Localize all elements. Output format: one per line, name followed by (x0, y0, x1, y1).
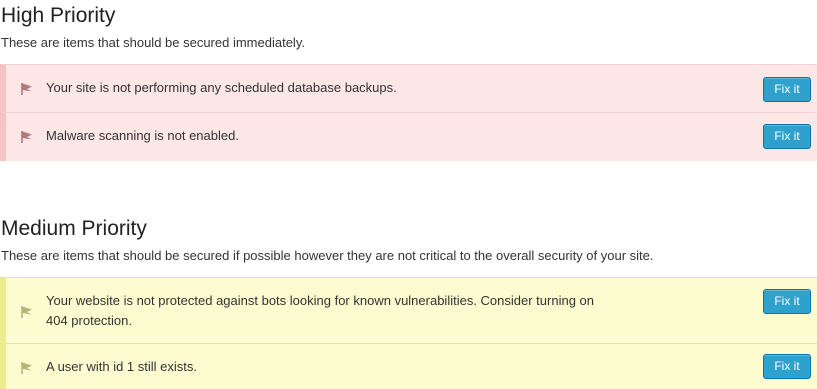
high-priority-title: High Priority (1, 4, 116, 27)
medium-priority-title: Medium Priority (1, 217, 147, 240)
flag-icon (21, 306, 32, 318)
list-item: Malware scanning is not enabled. Fix it (0, 112, 817, 161)
medium-priority-section: Medium Priority These are items that sho… (0, 215, 817, 389)
item-text-line-1: Your website is not protected against bo… (46, 293, 595, 308)
item-text-line-2: 404 protection. (46, 313, 133, 328)
fix-it-button[interactable]: Fix it (763, 354, 811, 379)
medium-priority-description: These are items that should be secured i… (1, 248, 654, 263)
item-text: Your site is not performing any schedule… (46, 80, 397, 95)
flag-icon (21, 83, 32, 95)
flag-icon (21, 131, 32, 143)
fix-it-button[interactable]: Fix it (763, 77, 811, 102)
fix-it-button[interactable]: Fix it (763, 124, 811, 149)
flag-icon (21, 362, 32, 374)
high-priority-section: High Priority These are items that shoul… (0, 0, 817, 165)
list-item: A user with id 1 still exists. Fix it (0, 343, 817, 389)
fix-it-button[interactable]: Fix it (763, 289, 811, 314)
list-item: Your site is not performing any schedule… (0, 64, 817, 113)
list-item: Your website is not protected against bo… (0, 277, 817, 344)
item-text: A user with id 1 still exists. (46, 359, 197, 374)
item-text: Malware scanning is not enabled. (46, 128, 239, 143)
high-priority-description: These are items that should be secured i… (1, 35, 305, 50)
